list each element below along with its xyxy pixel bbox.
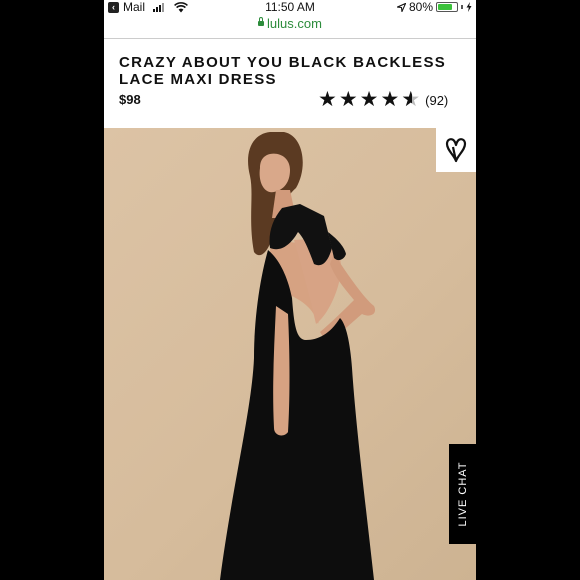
phone-screen: ‹ Mail 11:50 AM 80% lulus.com CRAZY ABOU… xyxy=(104,0,476,580)
live-chat-button[interactable]: LIVE CHAT xyxy=(449,444,476,544)
product-price: $98 xyxy=(119,92,141,107)
status-bar-right: 80% xyxy=(396,0,472,14)
wishlist-button[interactable] xyxy=(436,128,476,172)
star-icon: ★ xyxy=(338,88,358,111)
url-domain[interactable]: lulus.com xyxy=(267,16,322,31)
url-bar[interactable]: lulus.com xyxy=(104,14,476,39)
star-icon: ★ xyxy=(380,88,400,111)
battery-icon xyxy=(436,2,458,12)
model-figure xyxy=(220,132,376,580)
live-chat-label: LIVE CHAT xyxy=(456,461,469,527)
product-photo[interactable]: LIVE CHAT xyxy=(104,128,476,580)
half-star-icon: ★ ★ xyxy=(401,88,421,111)
product-rating[interactable]: ★ ★ ★ ★ ★ ★ (92) xyxy=(318,89,448,111)
charging-icon xyxy=(466,2,472,12)
review-count[interactable]: (92) xyxy=(425,93,448,108)
battery-fill xyxy=(438,4,452,10)
lock-icon xyxy=(258,17,265,27)
star-icon: ★ xyxy=(359,88,379,111)
heart-icon xyxy=(445,138,467,163)
product-title-line1: CRAZY ABOUT YOU BLACK BACKLESS xyxy=(119,54,447,71)
product-title: CRAZY ABOUT YOU BLACK BACKLESS LACE MAXI… xyxy=(119,54,449,88)
battery-tip xyxy=(461,5,463,9)
battery-percent: 80% xyxy=(408,0,433,14)
star-icon: ★ xyxy=(318,88,337,111)
status-bar: ‹ Mail 11:50 AM 80% xyxy=(104,0,476,14)
location-arrow-icon xyxy=(396,2,406,12)
product-title-line2: LACE MAXI DRESS xyxy=(119,71,277,88)
